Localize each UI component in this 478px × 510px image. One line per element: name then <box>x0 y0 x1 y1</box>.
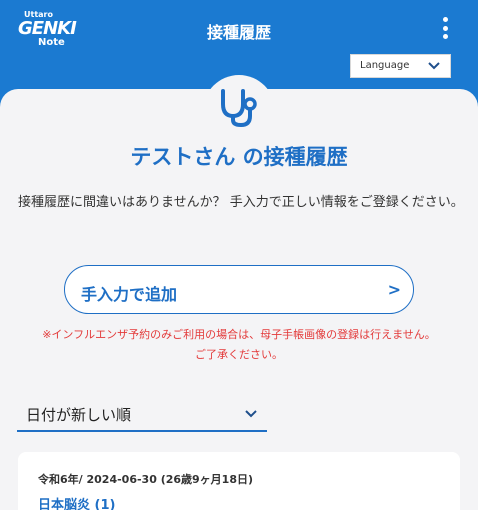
chevron-down-icon <box>245 410 257 418</box>
vaccination-record-card[interactable]: 令和6年/ 2024-06-30 (26歳9ヶ月18日) 日本脳炎 (1) <box>18 452 460 510</box>
warning-line-1: ※インフルエンザ予約のみご利用の場合は、母子手帳画像の登録は行えません。 <box>42 328 436 341</box>
warning-notice: ※インフルエンザ予約のみご利用の場合は、母子手帳画像の登録は行えません。 ご了承… <box>0 325 478 365</box>
chevron-down-icon <box>428 62 440 70</box>
description-text: 接種履歴に間違いはありませんか？ 手入力で正しい情報をご登録ください。 <box>18 195 464 210</box>
stethoscope-icon <box>221 89 257 128</box>
page-title: 接種履歴 <box>206 23 271 42</box>
add-manual-entry-button[interactable]: 手入力で追加 > <box>64 265 414 314</box>
add-button-label: 手入力で追加 <box>81 285 178 304</box>
sort-selected-value: 日付が新しい順 <box>26 406 132 424</box>
record-vaccine-name[interactable]: 日本脳炎 (1) <box>38 494 115 510</box>
record-date: 令和6年/ 2024-06-30 (26歳9ヶ月18日) <box>38 473 254 486</box>
sort-select[interactable]: 日付が新しい順 <box>17 395 267 432</box>
page-heading: テストさん の接種履歴 <box>130 145 348 169</box>
language-label: Language <box>360 60 410 71</box>
warning-line-2: ご了承ください。 <box>195 348 283 361</box>
chevron-right-icon: > <box>387 280 401 299</box>
kebab-menu-icon[interactable] <box>437 14 453 42</box>
language-select[interactable]: Language <box>350 54 451 78</box>
